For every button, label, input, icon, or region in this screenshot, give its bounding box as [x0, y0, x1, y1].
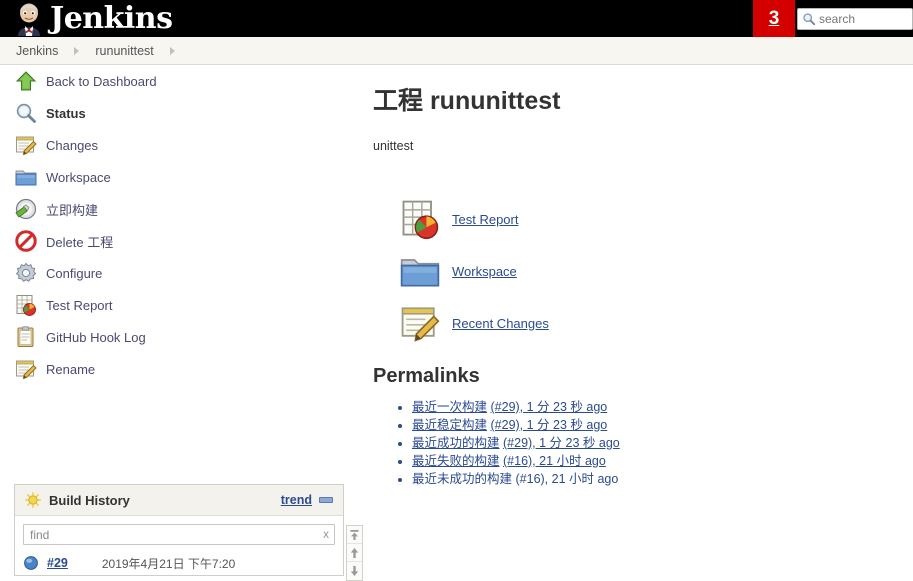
delete-forbidden-icon: [15, 230, 37, 252]
build-date: 2019年4月21日 下午7:20: [101, 556, 236, 571]
build-find-row: x: [23, 524, 335, 545]
sidebar-item-changes[interactable]: Changes: [0, 129, 355, 161]
sidebar-item-label: 立即构建: [46, 202, 99, 218]
notepad-pencil-icon: [16, 136, 37, 156]
build-number-link[interactable]: #29: [47, 556, 68, 570]
permalink-item[interactable]: 最近稳定构建 (#29), 1 分 23 秒 ago: [412, 416, 913, 434]
build-history-title: Build History: [49, 492, 130, 508]
scroll-up-button[interactable]: [347, 544, 362, 562]
permalink-link[interactable]: 最近失败的构建: [412, 454, 500, 468]
permalink-link[interactable]: 最近未成功的构建: [412, 472, 512, 486]
scroll-down-icon: [350, 566, 359, 576]
build-history-header-actions: trend: [281, 493, 333, 507]
permalink-item[interactable]: 最近失败的构建 (#16), 21 小时 ago: [412, 452, 913, 470]
search-area: [795, 0, 913, 37]
breadcrumb-item-rununittest[interactable]: rununittest: [93, 44, 155, 58]
trend-bar-icon[interactable]: [319, 497, 333, 503]
build-queue-count: 3: [768, 7, 780, 29]
build-queue-badge[interactable]: 3: [753, 0, 795, 37]
folder-icon: [400, 259, 440, 287]
permalink-link[interactable]: 最近一次构建: [412, 400, 487, 414]
scroll-to-top-button[interactable]: [347, 526, 362, 544]
permalink-meta: (#16), 21 小时 ago: [515, 472, 619, 486]
scroll-up-icon: [350, 547, 359, 558]
action-label: Test Report: [452, 211, 519, 227]
clear-find-icon[interactable]: x: [323, 527, 329, 541]
sidebar-item-rename[interactable]: Rename: [0, 353, 355, 385]
sidebar-item-label: Delete 工程: [46, 234, 114, 250]
permalink-item[interactable]: 最近未成功的构建 (#16), 21 小时 ago: [412, 470, 913, 488]
gear-icon: [15, 262, 37, 282]
top-header: Jenkins 3: [0, 0, 913, 37]
sidebar-item-back-to-dashboard[interactable]: Back to Dashboard: [0, 65, 355, 97]
sidebar-item-configure[interactable]: Configure: [0, 257, 355, 289]
permalink-link[interactable]: 最近成功的构建: [412, 436, 500, 450]
permalink-meta: (#29), 1 分 23 秒 ago: [503, 436, 620, 450]
breadcrumb: Jenkins rununittest: [0, 37, 913, 65]
sidebar-item-build-now[interactable]: 立即构建: [0, 193, 355, 225]
scroll-top-icon: [350, 529, 359, 540]
trend-link[interactable]: trend: [281, 493, 312, 507]
permalink-item[interactable]: 最近成功的构建 (#29), 1 分 23 秒 ago: [412, 434, 913, 452]
sun-weather-icon: [25, 492, 41, 508]
breadcrumb-item-jenkins[interactable]: Jenkins: [14, 44, 60, 58]
sidebar: Back to Dashboard Status Changes Workspa…: [0, 65, 363, 581]
sidebar-item-status[interactable]: Status: [0, 97, 355, 129]
build-find-input[interactable]: [23, 524, 335, 545]
test-report-icon: [16, 295, 36, 316]
permalink-link[interactable]: 最近稳定构建: [412, 418, 487, 432]
blue-ball-icon: [24, 556, 38, 570]
permalinks-list: 最近一次构建 (#29), 1 分 23 秒 ago 最近稳定构建 (#29),…: [370, 398, 913, 488]
brand-title: Jenkins: [50, 0, 173, 36]
action-test-report[interactable]: Test Report: [398, 193, 913, 245]
notepad-pencil-icon: [16, 360, 37, 380]
clipboard-icon: [17, 326, 34, 347]
search-input[interactable]: [816, 9, 906, 28]
action-label: Recent Changes: [452, 315, 549, 331]
up-arrow-icon: [15, 71, 37, 91]
permalinks-title: Permalinks: [373, 365, 480, 387]
build-history-scroll-controls: [346, 525, 363, 581]
page-title: 工程 rununittest: [373, 87, 561, 115]
sidebar-item-label: Status: [46, 105, 86, 121]
jenkins-butler-logo-icon: [18, 3, 40, 36]
jenkins-home-link[interactable]: Jenkins: [0, 0, 173, 37]
permalink-meta: (#16), 21 小时 ago: [503, 454, 606, 468]
sidebar-item-label: Workspace: [46, 169, 111, 185]
main-content: 工程 rununittest unittest Test Report Work…: [370, 65, 913, 517]
sidebar-item-label: Rename: [46, 361, 96, 377]
folder-icon: [15, 170, 37, 186]
build-history-row[interactable]: #29 2019年4月21日 下午7:20: [23, 551, 335, 575]
sidebar-item-label: Changes: [46, 137, 99, 153]
search-box[interactable]: [797, 7, 913, 30]
notepad-pencil-icon: [401, 307, 440, 342]
search-icon: [803, 12, 816, 25]
scroll-down-button[interactable]: [347, 562, 362, 580]
sidebar-item-label: Configure: [46, 265, 103, 281]
sidebar-item-workspace[interactable]: Workspace: [0, 161, 355, 193]
action-label: Workspace: [452, 263, 517, 279]
magnifier-icon: [16, 103, 36, 123]
sidebar-item-label: Test Report: [46, 297, 113, 313]
sidebar-item-label: Back to Dashboard: [46, 73, 157, 89]
permalink-item[interactable]: 最近一次构建 (#29), 1 分 23 秒 ago: [412, 398, 913, 416]
job-description: unittest: [373, 139, 414, 153]
build-now-icon: [15, 198, 37, 220]
sidebar-item-github-hook-log[interactable]: GitHub Hook Log: [0, 321, 355, 353]
job-action-list: Test Report Workspace Recent Changes: [398, 193, 913, 349]
build-history-header: Build History trend: [15, 485, 343, 516]
action-workspace[interactable]: Workspace: [398, 245, 913, 297]
breadcrumb-separator-icon: [169, 46, 175, 55]
sidebar-item-test-report[interactable]: Test Report: [0, 289, 355, 321]
sidebar-item-delete-project[interactable]: Delete 工程: [0, 225, 355, 257]
action-recent-changes[interactable]: Recent Changes: [398, 297, 913, 349]
test-report-icon: [402, 200, 439, 240]
permalink-meta: (#29), 1 分 23 秒 ago: [490, 400, 608, 414]
build-history-body: x #29 2019年4月21日 下午7:20: [15, 516, 343, 575]
permalink-meta: (#29), 1 分 23 秒 ago: [490, 418, 608, 432]
build-history-panel: Build History trend x #29 2019年4月21日 下午7…: [14, 484, 344, 576]
breadcrumb-separator-icon: [74, 46, 80, 55]
sidebar-item-label: GitHub Hook Log: [46, 329, 146, 345]
